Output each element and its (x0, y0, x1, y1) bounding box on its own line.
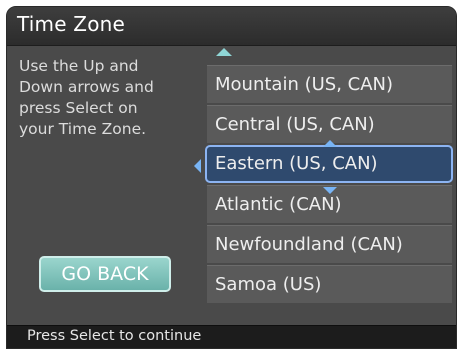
instruction-line: Use the Up and (19, 57, 139, 75)
time-zone-list: Mountain (US, CAN) Central (US, CAN) Eas… (205, 65, 453, 305)
selection-up-arrow-icon (323, 140, 337, 147)
footer-hint: Press Select to continue (27, 328, 202, 344)
time-zone-screen: Time Zone Use the Up and Down arrows and… (6, 6, 457, 349)
selection-left-arrow-icon (194, 159, 201, 173)
scroll-up-icon[interactable] (216, 48, 232, 56)
list-item-central[interactable]: Central (US, CAN) (207, 105, 452, 143)
instruction-line: press Select on (19, 99, 138, 117)
selection-down-arrow-icon (323, 187, 337, 194)
instruction-line: Down arrows and (19, 78, 154, 96)
title-bar: Time Zone (7, 7, 456, 46)
list-item-mountain[interactable]: Mountain (US, CAN) (207, 65, 452, 103)
page-title: Time Zone (17, 12, 126, 36)
instruction-line: your Time Zone. (19, 120, 147, 138)
list-item-newfoundland[interactable]: Newfoundland (CAN) (207, 225, 452, 263)
list-item-samoa[interactable]: Samoa (US) (207, 265, 452, 303)
footer-bar: Press Select to continue (7, 325, 456, 348)
instructions-text: Use the Up and Down arrows and press Sel… (19, 56, 199, 140)
go-back-button[interactable]: GO BACK (39, 256, 171, 292)
list-item-eastern[interactable]: Eastern (US, CAN) (205, 145, 453, 183)
